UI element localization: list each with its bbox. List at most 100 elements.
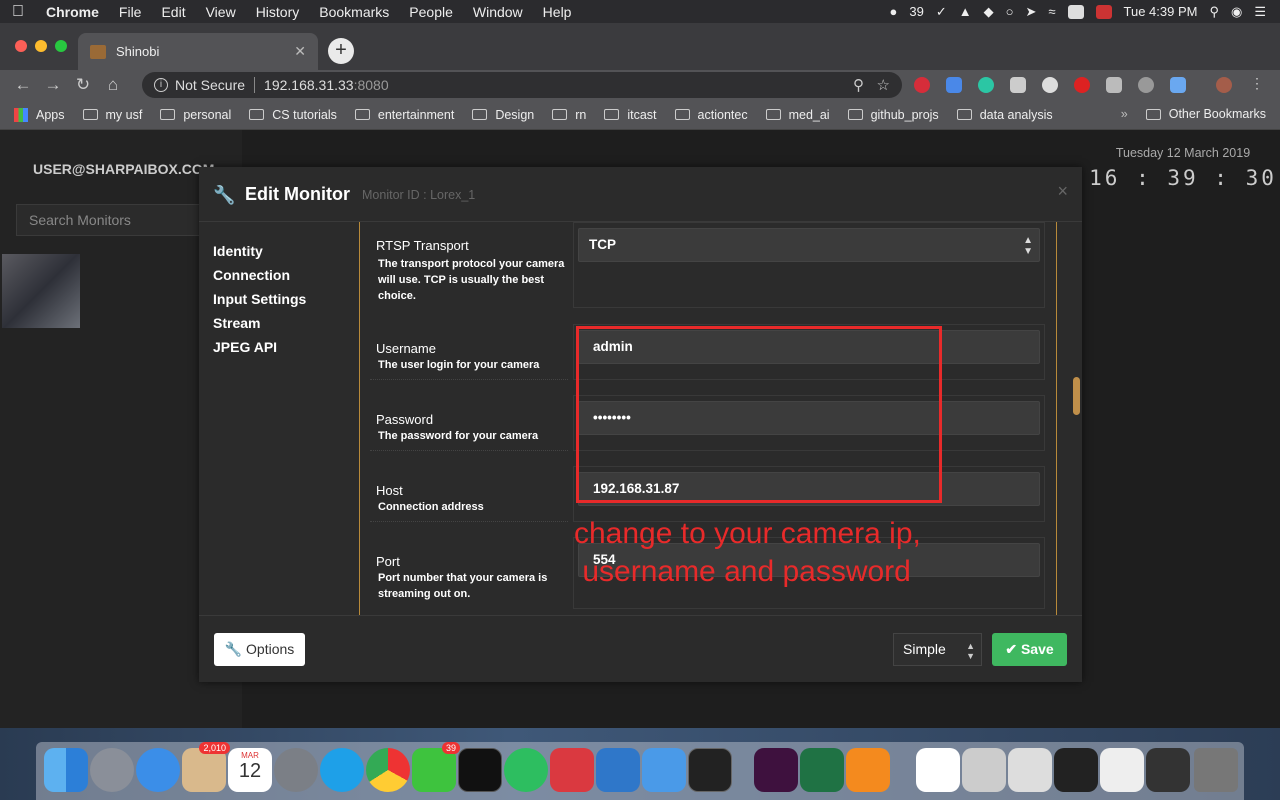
profile-avatar-icon[interactable] <box>1216 77 1232 93</box>
sublime-text-icon[interactable] <box>846 748 890 792</box>
menubar-clock[interactable]: Tue 4:39 PM <box>1124 4 1198 19</box>
terminal-icon[interactable] <box>458 748 502 792</box>
window-thumbnail-5[interactable] <box>1146 748 1190 792</box>
trash-icon[interactable] <box>1194 748 1238 792</box>
spotlight-search-icon[interactable]: ⚲ <box>1209 4 1219 20</box>
finder-icon[interactable] <box>44 748 88 792</box>
translate-extension-icon[interactable] <box>946 77 962 93</box>
skype-icon[interactable] <box>320 748 364 792</box>
rtsp-transport-select[interactable]: TCP ▲ ▼ <box>578 228 1040 262</box>
iterm-icon[interactable] <box>688 748 732 792</box>
wechat-status-icon[interactable]: ● <box>890 4 898 19</box>
calendar-icon[interactable]: MAR 12 <box>228 748 272 792</box>
bookmark-apps[interactable]: Apps <box>14 107 65 122</box>
grid-extension-icon[interactable] <box>1106 77 1122 93</box>
info-icon[interactable]: i <box>154 78 168 92</box>
bookmark-github-projs[interactable]: github_projs <box>847 108 939 122</box>
window-thumbnail-3[interactable] <box>1054 748 1098 792</box>
page-scrollbar-thumb[interactable] <box>1073 377 1080 415</box>
monitor-thumbnail[interactable] <box>2 254 80 328</box>
window-close-button[interactable] <box>15 40 27 52</box>
forward-arrow-icon[interactable]: → <box>38 75 68 95</box>
user-account-label[interactable]: USER@SHARPAIBOX.COM <box>33 161 214 177</box>
edit-extension-icon[interactable] <box>1170 77 1186 93</box>
window-zoom-button[interactable] <box>55 40 67 52</box>
menu-history[interactable]: History <box>246 4 310 20</box>
reload-icon[interactable]: ↻ <box>68 75 98 95</box>
bookmark-star-icon[interactable]: ☆ <box>877 76 890 94</box>
vpn-status-icon[interactable]: ✓ <box>936 4 947 20</box>
keynote-icon[interactable] <box>642 748 686 792</box>
menu-window[interactable]: Window <box>463 4 533 20</box>
menu-file[interactable]: File <box>109 4 152 20</box>
menu-bookmarks[interactable]: Bookmarks <box>309 4 399 20</box>
address-bar[interactable]: i Not Secure 192.168.31.33 :8080 ☆ ⚲ <box>142 72 902 98</box>
qr-code-app-icon[interactable] <box>916 748 960 792</box>
excel-icon[interactable] <box>800 748 844 792</box>
menu-view[interactable]: View <box>196 4 246 20</box>
password-key-icon[interactable]: ⚲ <box>853 76 864 94</box>
location-icon[interactable]: ➤ <box>1025 4 1036 20</box>
tab-close-icon[interactable]: ✕ <box>294 43 306 60</box>
menu-help[interactable]: Help <box>533 4 582 20</box>
feather-extension-icon[interactable] <box>1138 77 1154 93</box>
system-preferences-icon[interactable] <box>274 748 318 792</box>
battery-icon[interactable] <box>1067 4 1084 19</box>
bookmark-entertainment[interactable]: entertainment <box>354 108 454 122</box>
safari-icon[interactable] <box>136 748 180 792</box>
bookmark-my-usf[interactable]: my usf <box>82 108 142 122</box>
home-icon[interactable]: ⌂ <box>98 75 128 95</box>
new-tab-button[interactable]: + <box>328 38 354 64</box>
docker-status-icon[interactable]: ▲ <box>959 4 972 19</box>
options-button[interactable]: 🔧 Options <box>214 633 305 666</box>
chat-extension-icon[interactable] <box>1042 77 1058 93</box>
menu-people[interactable]: People <box>399 4 463 20</box>
nav-jpeg-api[interactable]: JPEG API <box>213 335 306 359</box>
nav-stream[interactable]: Stream <box>213 311 306 335</box>
nav-identity[interactable]: Identity <box>213 239 306 263</box>
bookmark-cs-tutorials[interactable]: CS tutorials <box>249 108 337 122</box>
expressvpn-icon[interactable] <box>550 748 594 792</box>
bookmark-personal[interactable]: personal <box>160 108 231 122</box>
notification-center-icon[interactable]: ☰ <box>1254 4 1266 20</box>
bookmark-rn[interactable]: rn <box>552 108 586 122</box>
wifi-icon[interactable]: ≈ <box>1048 4 1055 19</box>
pen-extension-icon[interactable] <box>1010 77 1026 93</box>
us-flag-icon[interactable] <box>1095 4 1112 19</box>
save-button[interactable]: ✔ Save <box>992 633 1067 666</box>
nav-connection[interactable]: Connection <box>213 263 306 287</box>
evernote-status-icon[interactable]: ◆ <box>984 4 994 20</box>
window-thumbnail-4[interactable] <box>1100 748 1144 792</box>
bookmarks-more-chevron[interactable]: » <box>1121 107 1128 121</box>
mail-icon[interactable]: 2,010 <box>182 742 230 792</box>
nav-input-settings[interactable]: Input Settings <box>213 287 306 311</box>
adblock-extension-icon[interactable] <box>1074 77 1090 93</box>
chrome-menu-icon[interactable]: ⋮ <box>1250 75 1266 91</box>
bookmark-itcast[interactable]: itcast <box>604 108 657 122</box>
menu-app-name[interactable]: Chrome <box>36 4 109 20</box>
evernote-icon[interactable] <box>504 748 548 792</box>
menu-edit[interactable]: Edit <box>151 4 195 20</box>
bookmark-med-ai[interactable]: med_ai <box>765 108 830 122</box>
launchpad-icon[interactable] <box>90 748 134 792</box>
vscode-icon[interactable] <box>596 748 640 792</box>
window-thumbnail-1[interactable] <box>962 748 1006 792</box>
other-bookmarks[interactable]: Other Bookmarks <box>1169 107 1266 121</box>
apple-menu-icon[interactable]:  <box>0 3 36 21</box>
siri-icon[interactable]: ◉ <box>1231 4 1242 20</box>
skype-status-icon[interactable]: ○ <box>1006 4 1014 19</box>
browser-tab-shinobi[interactable]: Shinobi ✕ <box>78 33 318 70</box>
bookmark-data-analysis[interactable]: data analysis <box>956 108 1053 122</box>
slack-icon[interactable] <box>754 748 798 792</box>
chrome-icon[interactable] <box>366 748 410 792</box>
pinterest-extension-icon[interactable] <box>914 77 930 93</box>
wechat-icon[interactable]: 39 <box>412 742 460 792</box>
window-thumbnail-2[interactable] <box>1008 748 1052 792</box>
mode-select[interactable]: Simple ▲ ▼ <box>893 633 982 666</box>
back-arrow-icon[interactable]: ← <box>8 75 38 95</box>
m-extension-icon[interactable] <box>978 77 994 93</box>
bookmark-design[interactable]: Design <box>472 108 534 122</box>
window-minimize-button[interactable] <box>35 40 47 52</box>
modal-close-icon[interactable]: × <box>1057 181 1068 202</box>
bookmark-actiontec[interactable]: actiontec <box>674 108 748 122</box>
